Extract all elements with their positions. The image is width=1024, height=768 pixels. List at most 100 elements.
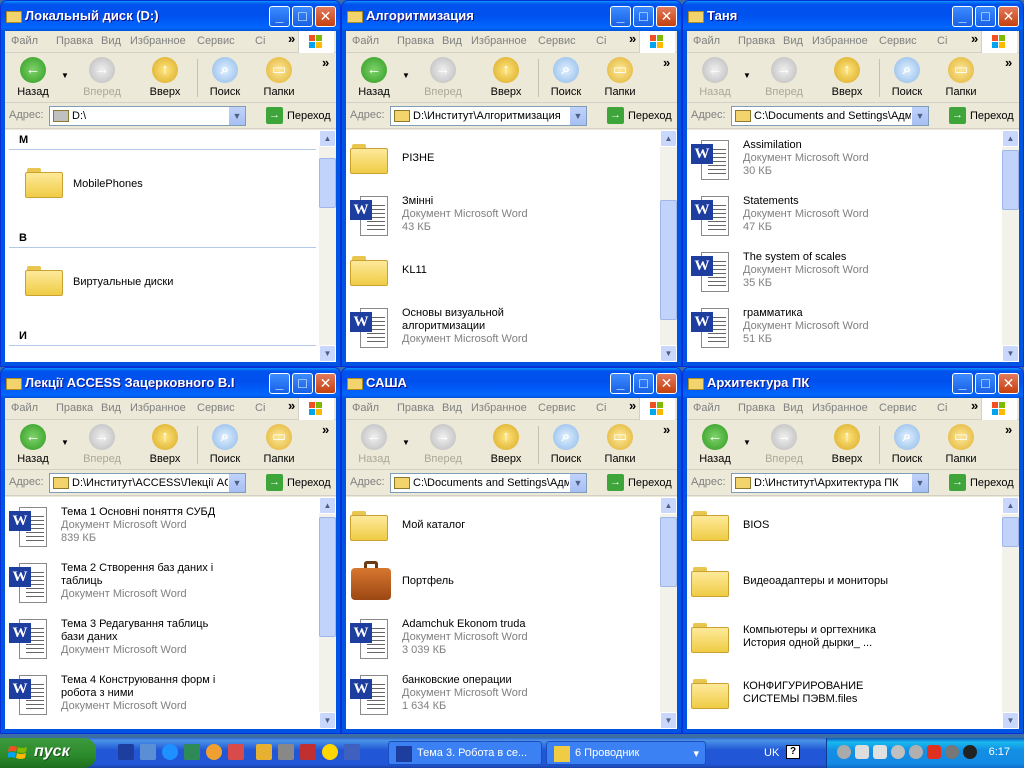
list-item[interactable]: W Тема 2 Створення баз даних і таблиць Доку… — [5, 559, 319, 609]
maximize-button[interactable]: □ — [633, 6, 654, 27]
close-button[interactable]: ✕ — [315, 6, 336, 27]
address-input[interactable]: D:\Институт\Архитектура ПК ▼ — [731, 473, 929, 493]
taskbar-task-explorer[interactable]: 6 Проводник ▾ — [546, 741, 706, 765]
close-button[interactable]: ✕ — [998, 373, 1019, 394]
search-button[interactable]: ⌕ Поиск — [205, 57, 245, 98]
scroll-down-icon[interactable]: ▼ — [660, 712, 677, 729]
up-button[interactable]: ↑ Вверх — [486, 424, 526, 465]
address-input[interactable]: D:\ ▼ — [49, 106, 246, 126]
address-dropdown-icon[interactable]: ▼ — [228, 107, 245, 125]
address-dropdown-icon[interactable]: ▼ — [569, 474, 586, 492]
chevron-icon[interactable]: » — [971, 31, 978, 46]
taskbar-task-word[interactable]: Тема 3. Робота в се... — [388, 741, 542, 765]
volume-icon[interactable] — [963, 745, 977, 759]
menu-item[interactable]: Сервис — [879, 402, 917, 414]
title-bar[interactable]: Таня _ □ ✕ — [683, 1, 1023, 31]
chevron-icon[interactable]: » — [629, 398, 636, 413]
up-button[interactable]: ↑ Вверх — [827, 57, 867, 98]
menu-item[interactable]: Сі — [596, 35, 606, 47]
search-button[interactable]: ⌕ Поиск — [205, 424, 245, 465]
minimize-button[interactable]: _ — [610, 6, 631, 27]
menu-item[interactable]: Правка — [397, 35, 434, 47]
back-button[interactable]: ← Назад — [693, 57, 737, 98]
chevron-icon[interactable]: » — [288, 31, 295, 46]
back-button[interactable]: ← Назад — [693, 424, 737, 465]
list-item[interactable]: KL11 — [346, 248, 660, 298]
menu-item[interactable]: Избранное — [471, 35, 527, 47]
tool-quicklaunch-icon[interactable] — [256, 744, 272, 760]
maximize-button[interactable]: □ — [292, 6, 313, 27]
toolbar-chevron-icon[interactable]: » — [663, 422, 670, 437]
list-item[interactable]: W Тема 1 Основні поняття СУБД Документ Mic… — [5, 503, 319, 553]
close-button[interactable]: ✕ — [998, 6, 1019, 27]
scroll-up-icon[interactable]: ▲ — [1002, 497, 1019, 514]
vertical-scrollbar[interactable]: ▲ ▼ — [319, 130, 336, 362]
minimize-button[interactable]: _ — [269, 373, 290, 394]
address-input[interactable]: C:\Documents and Settings\Админ ▼ — [390, 473, 587, 493]
list-item[interactable]: Виртуальные диски — [5, 264, 319, 304]
chevron-icon[interactable]: » — [288, 398, 295, 413]
menu-item[interactable]: Файл — [352, 402, 379, 414]
menu-item[interactable]: Правка — [738, 35, 775, 47]
menu-item[interactable]: Файл — [11, 35, 38, 47]
list-item[interactable]: Компьютеры и оргтехника История одной дыр… — [687, 615, 1002, 665]
tray-icon[interactable] — [837, 745, 851, 759]
folders-button[interactable]: ▭ Папки — [941, 57, 981, 98]
app-quicklaunch-icon[interactable] — [228, 744, 244, 760]
menu-item[interactable]: Избранное — [471, 402, 527, 414]
maximize-button[interactable]: □ — [975, 6, 996, 27]
search-button[interactable]: ⌕ Поиск — [887, 424, 927, 465]
tray-icon[interactable] — [855, 745, 869, 759]
list-item[interactable]: W Тема 3 Редагування таблиць бази даних Док… — [5, 615, 319, 665]
up-button[interactable]: ↑ Вверх — [145, 57, 185, 98]
scroll-down-icon[interactable]: ▼ — [660, 345, 677, 362]
search-button[interactable]: ⌕ Поиск — [546, 424, 586, 465]
menu-item[interactable]: Сі — [937, 35, 947, 47]
folders-button[interactable]: ▭ Папки — [259, 424, 299, 465]
back-button[interactable]: ← Назад — [11, 424, 55, 465]
title-bar[interactable]: САША _ □ ✕ — [342, 368, 681, 398]
list-item[interactable]: Wбанковские операции Документ Microsoft W… — [346, 671, 660, 721]
back-dropdown-icon[interactable]: ▼ — [743, 438, 751, 447]
scroll-down-icon[interactable]: ▼ — [319, 345, 336, 362]
menu-item[interactable]: Сервис — [197, 402, 235, 414]
close-button[interactable]: ✕ — [315, 373, 336, 394]
list-item[interactable]: W Adamchuk Ekonom truda Документ Microsoft… — [346, 615, 660, 665]
scroll-up-icon[interactable]: ▲ — [660, 130, 677, 147]
start-button[interactable]: пуск — [0, 738, 96, 768]
toolbar-chevron-icon[interactable]: » — [322, 55, 329, 70]
folders-button[interactable]: ▭ Папки — [941, 424, 981, 465]
toolbar-chevron-icon[interactable]: » — [663, 55, 670, 70]
back-dropdown-icon[interactable]: ▼ — [743, 71, 751, 80]
menu-item[interactable]: Файл — [693, 402, 720, 414]
list-item[interactable]: MobilePhones — [5, 166, 319, 206]
folders-button[interactable]: ▭ Папки — [600, 57, 640, 98]
vertical-scrollbar[interactable]: ▲ ▼ — [660, 130, 677, 362]
forward-button[interactable]: → Вперед — [418, 424, 468, 465]
chevron-icon[interactable]: » — [971, 398, 978, 413]
forward-button[interactable]: → Вперед — [759, 424, 809, 465]
list-item[interactable]: РІЗНЕ — [346, 136, 660, 186]
menu-item[interactable]: Правка — [56, 35, 93, 47]
menu-item[interactable]: Вид — [101, 402, 121, 414]
vertical-scrollbar[interactable]: ▲ ▼ — [1002, 130, 1019, 362]
list-item[interactable]: BIOS — [687, 503, 1002, 553]
list-item[interactable]: W Statements Документ Microsoft Word 47 КБ — [687, 192, 1002, 242]
forward-button[interactable]: → Вперед — [77, 424, 127, 465]
menu-item[interactable]: Сервис — [197, 35, 235, 47]
menu-item[interactable]: Вид — [442, 35, 462, 47]
minimize-button[interactable]: _ — [610, 373, 631, 394]
list-item[interactable]: Видеоадаптеры и мониторы — [687, 559, 1002, 609]
menu-item[interactable]: Избранное — [812, 35, 868, 47]
calc-quicklaunch-icon[interactable] — [278, 744, 294, 760]
list-item[interactable]: W Змінні Документ Microsoft Word 43 КБ — [346, 192, 660, 242]
list-item[interactable]: Портфель — [346, 559, 660, 609]
scroll-down-icon[interactable]: ▼ — [1002, 712, 1019, 729]
list-item[interactable]: W The system of scales Документ Microsoft … — [687, 248, 1002, 298]
tray-icon[interactable] — [945, 745, 959, 759]
menu-item[interactable]: Файл — [693, 35, 720, 47]
word-quicklaunch-icon[interactable] — [118, 744, 134, 760]
address-input[interactable]: C:\Documents and Settings\Админ ▼ — [731, 106, 929, 126]
minimize-button[interactable]: _ — [269, 6, 290, 27]
menu-item[interactable]: Сервис — [879, 35, 917, 47]
